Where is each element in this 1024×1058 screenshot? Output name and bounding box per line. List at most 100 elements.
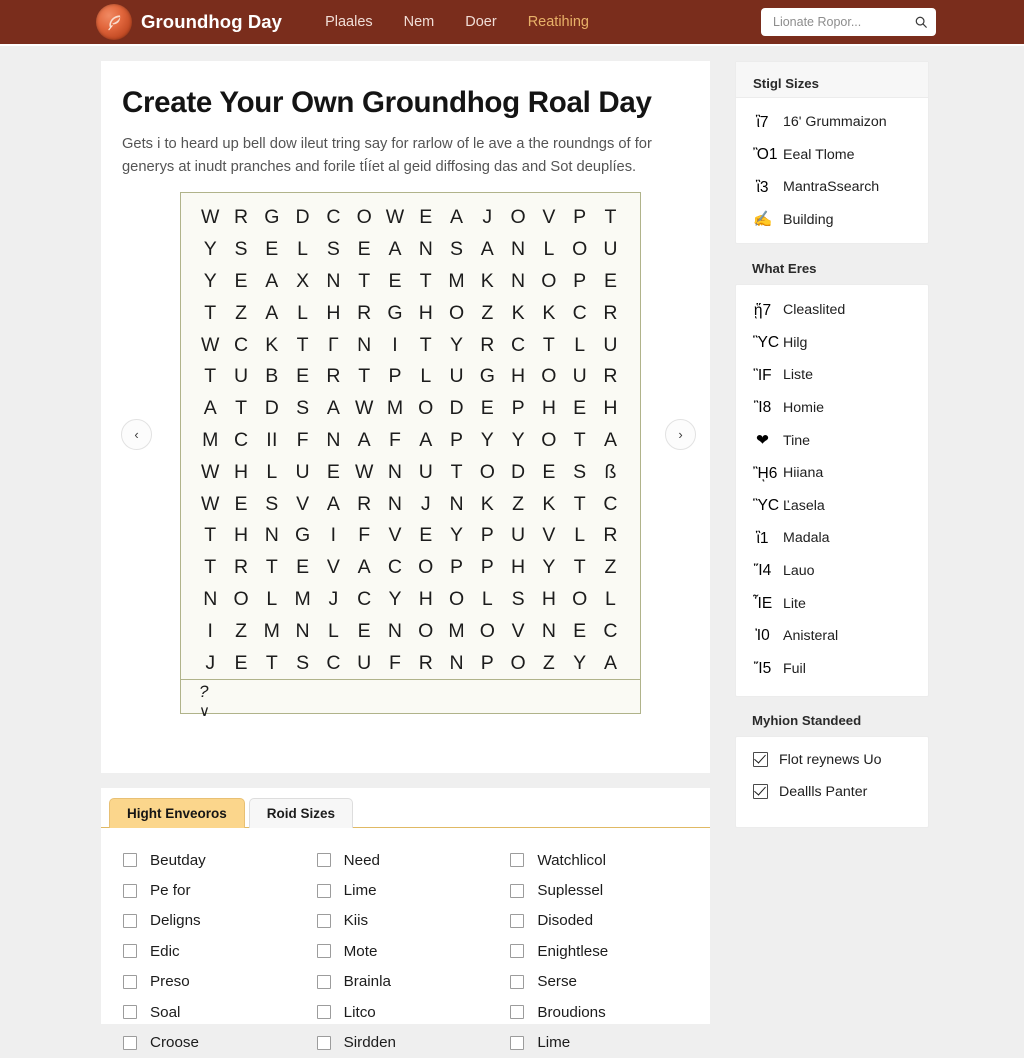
grid-cell[interactable]: E	[411, 202, 442, 234]
sidebar-list-item[interactable]: ἳ7 16' Grummaizon	[736, 106, 928, 139]
grid-cell[interactable]: Y	[380, 584, 411, 616]
grid-cell[interactable]: E	[287, 552, 318, 584]
grid-cell[interactable]: D	[441, 393, 472, 425]
grid-cell[interactable]: W	[195, 202, 226, 234]
checklist-item[interactable]: Preso	[123, 967, 313, 997]
grid-cell[interactable]: O	[411, 393, 442, 425]
checklist-item[interactable]: Serse	[510, 967, 700, 997]
grid-cell[interactable]: A	[349, 552, 380, 584]
checkbox[interactable]	[316, 853, 331, 868]
grid-cell[interactable]: R	[411, 648, 442, 680]
grid-cell[interactable]: E	[226, 266, 257, 298]
grid-cell[interactable]: L	[595, 584, 626, 616]
grid-cell[interactable]: H	[318, 298, 349, 330]
grid-cell[interactable]: R	[318, 361, 349, 393]
grid-cell[interactable]: W	[195, 457, 226, 489]
grid-cell[interactable]: A	[195, 393, 226, 425]
grid-cell[interactable]: Y	[195, 234, 226, 266]
sidebar-list-item[interactable]: ὛC Hilg	[736, 327, 928, 360]
grid-cell[interactable]: Y	[503, 425, 534, 457]
grid-cell[interactable]: E	[226, 489, 257, 521]
grid-cell[interactable]: E	[411, 520, 442, 552]
grid-cell[interactable]: K	[503, 298, 534, 330]
grid-cell[interactable]: N	[195, 584, 226, 616]
standard-checklist-item[interactable]: Deallls Panter	[736, 782, 928, 803]
grid-cell[interactable]: G	[287, 520, 318, 552]
grid-cell[interactable]: C	[226, 425, 257, 457]
grid-cell[interactable]: N	[411, 234, 442, 266]
grid-cell[interactable]: E	[287, 361, 318, 393]
grid-cell[interactable]: Z	[226, 298, 257, 330]
sidebar-list-item[interactable]: Ὂ1 Eeal Tlome	[736, 139, 928, 172]
checkbox[interactable]	[510, 1005, 525, 1020]
grid-cell[interactable]: H	[595, 393, 626, 425]
grid-cell[interactable]: U	[503, 520, 534, 552]
grid-cell[interactable]: N	[503, 266, 534, 298]
grid-cell[interactable]: C	[226, 330, 257, 362]
grid-cell[interactable]: O	[534, 425, 565, 457]
grid-cell[interactable]: Z	[534, 648, 565, 680]
grid-cell[interactable]: T	[195, 520, 226, 552]
checkbox[interactable]	[316, 883, 331, 898]
checklist-item[interactable]: Deligns	[123, 906, 313, 936]
sidebar-list-item[interactable]: ἾE Lite	[736, 587, 928, 620]
sidebar-list-item[interactable]: Ἴ5 Fuil	[736, 653, 928, 686]
grid-cell[interactable]: P	[503, 393, 534, 425]
brand[interactable]: Groundhog Day	[96, 4, 282, 40]
grid-cell[interactable]: M	[441, 266, 472, 298]
previous-puzzle-button[interactable]: ‹	[121, 419, 152, 451]
grid-cell[interactable]: C	[503, 330, 534, 362]
grid-cell[interactable]: C	[318, 202, 349, 234]
grid-cell[interactable]: T	[564, 425, 595, 457]
checkbox[interactable]	[316, 1035, 331, 1050]
grid-cell[interactable]: U	[287, 457, 318, 489]
grid-cell[interactable]: G	[472, 361, 503, 393]
grid-cell[interactable]: M	[380, 393, 411, 425]
grid-cell[interactable]: N	[380, 616, 411, 648]
checklist-item[interactable]: Suplessel	[510, 875, 700, 905]
sidebar-list-item[interactable]: ❤ Tine	[736, 424, 928, 457]
grid-cell[interactable]: E	[226, 648, 257, 680]
grid-cell[interactable]: T	[411, 266, 442, 298]
grid-cell[interactable]: O	[564, 234, 595, 266]
grid-cell[interactable]: U	[411, 457, 442, 489]
grid-cell[interactable]: H	[503, 552, 534, 584]
grid-cell[interactable]: Y	[564, 648, 595, 680]
grid-cell[interactable]: W	[349, 457, 380, 489]
grid-cell[interactable]: L	[472, 584, 503, 616]
grid-cell[interactable]: T	[349, 361, 380, 393]
grid-cell[interactable]: S	[257, 489, 288, 521]
grid-cell[interactable]: U	[564, 361, 595, 393]
grid-cell[interactable]: J	[411, 489, 442, 521]
grid-cell[interactable]: P	[441, 552, 472, 584]
grid-cell[interactable]: M	[441, 616, 472, 648]
grid-cell[interactable]: C	[318, 648, 349, 680]
sidebar-list-item[interactable]: ἳ3 MantraSsearch	[736, 171, 928, 204]
grid-cell[interactable]: O	[441, 298, 472, 330]
grid-cell[interactable]: K	[257, 330, 288, 362]
grid-cell[interactable]: H	[503, 361, 534, 393]
grid-cell[interactable]: V	[287, 489, 318, 521]
grid-cell[interactable]: A	[380, 234, 411, 266]
grid-cell[interactable]: R	[472, 330, 503, 362]
grid-cell[interactable]: H	[411, 584, 442, 616]
grid-cell[interactable]: D	[257, 393, 288, 425]
checkbox[interactable]	[123, 1035, 137, 1050]
sidebar-list-item[interactable]: ᾚ6 Hiiana	[736, 457, 928, 490]
grid-cell[interactable]: L	[318, 616, 349, 648]
grid-cell[interactable]: E	[349, 234, 380, 266]
grid-cell[interactable]: L	[564, 520, 595, 552]
grid-cell[interactable]: P	[472, 520, 503, 552]
grid-cell[interactable]: T	[195, 552, 226, 584]
checklist-item[interactable]: Mote	[316, 936, 507, 966]
grid-cell[interactable]: V	[503, 616, 534, 648]
sidebar-list-item[interactable]: ✍ Building	[736, 204, 928, 237]
checkbox-checked[interactable]	[753, 752, 768, 768]
grid-cell[interactable]: A	[441, 202, 472, 234]
sidebar-list-item[interactable]: Ἵ4 Lauo	[736, 555, 928, 588]
grid-cell[interactable]: P	[472, 552, 503, 584]
grid-cell[interactable]: J	[472, 202, 503, 234]
grid-cell[interactable]: E	[349, 616, 380, 648]
grid-cell[interactable]: Y	[534, 552, 565, 584]
grid-cell[interactable]: E	[472, 393, 503, 425]
